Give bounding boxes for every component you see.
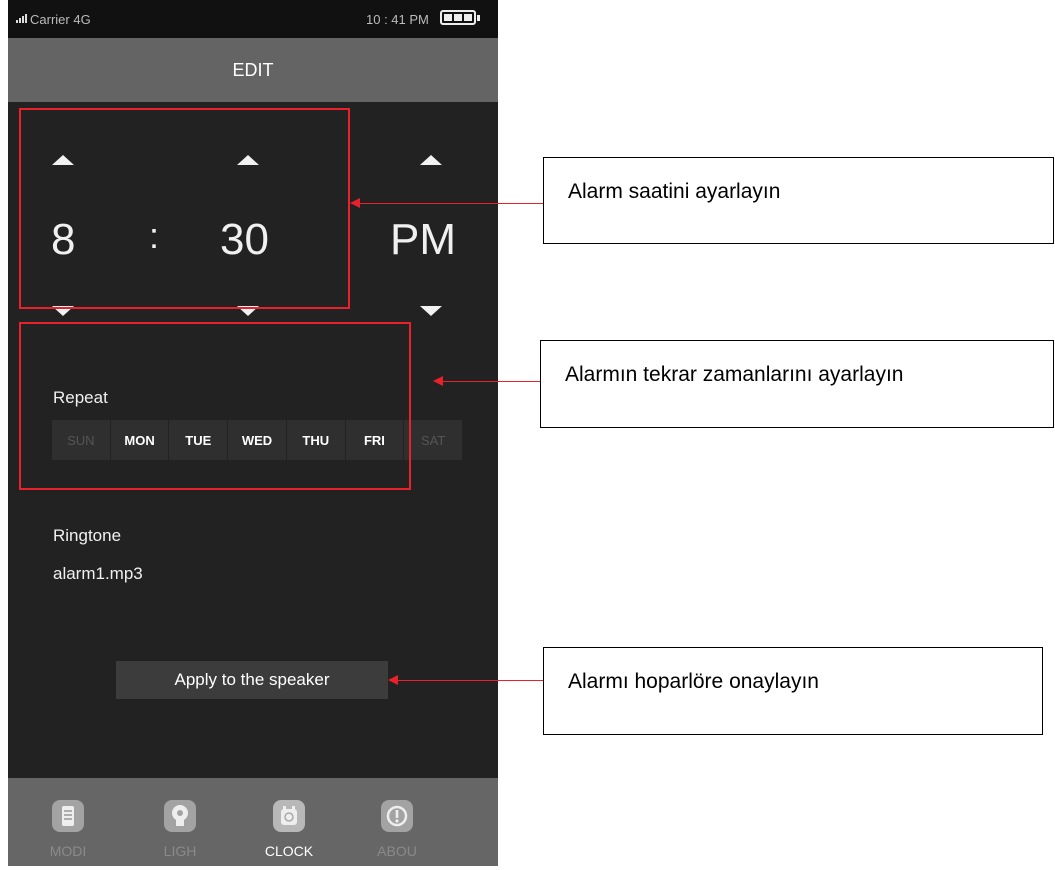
period-value[interactable]: PM <box>390 218 456 262</box>
callout-repeat-text: Alarmın tekrar zamanlarını ayarlayın <box>565 363 904 386</box>
status-bar: Carrier 4G 10 : 41 PM <box>8 0 498 38</box>
bulb-icon <box>164 800 196 832</box>
time-highlight-box <box>19 108 350 309</box>
day-toggle-sat[interactable]: SAT <box>404 420 463 460</box>
tab-mode[interactable]: MODI <box>13 778 123 866</box>
tab-clock[interactable]: CLOCK <box>234 778 344 866</box>
tab-label-clock: CLOCK <box>264 843 314 859</box>
time-leader-arrow <box>350 198 544 208</box>
tab-light[interactable]: LIGH <box>125 778 235 866</box>
repeat-leader-arrow <box>433 376 541 386</box>
tab-label-mode: MODI <box>49 843 87 859</box>
ringtone-label: Ringtone <box>53 526 122 545</box>
clock-icon <box>273 800 305 832</box>
callout-time-text: Alarm saatini ayarlayın <box>568 180 781 203</box>
signal-icon <box>16 14 27 23</box>
repeat-highlight-box <box>19 322 411 490</box>
info-icon <box>381 800 413 832</box>
tab-about[interactable]: ABOU <box>342 778 452 866</box>
apply-to-speaker-button[interactable]: Apply to the speaker <box>116 661 388 699</box>
period-down-arrow-icon[interactable] <box>420 306 442 316</box>
status-time: 10 : 41 PM <box>366 12 429 27</box>
callout-time: Alarm saatini ayarlayın <box>543 157 1054 244</box>
ringtone-value[interactable]: alarm1.mp3 <box>53 564 143 584</box>
apply-leader-arrow <box>388 675 544 685</box>
page-title: EDIT <box>232 60 274 80</box>
list-icon <box>52 800 84 832</box>
callout-apply-text: Alarmı hoparlöre onaylayın <box>568 670 819 693</box>
battery-icon <box>440 10 480 25</box>
title-bar: EDIT <box>8 38 498 102</box>
tab-label-light: LIGH <box>163 843 197 859</box>
period-up-arrow-icon[interactable] <box>420 155 442 165</box>
callout-repeat: Alarmın tekrar zamanlarını ayarlayın <box>540 340 1054 428</box>
tab-label-about: ABOU <box>377 843 417 859</box>
tab-bar: MODI LIGH CLOCK ABOU <box>8 778 498 866</box>
callout-apply: Alarmı hoparlöre onaylayın <box>543 647 1043 735</box>
carrier-label: Carrier 4G <box>30 12 91 27</box>
